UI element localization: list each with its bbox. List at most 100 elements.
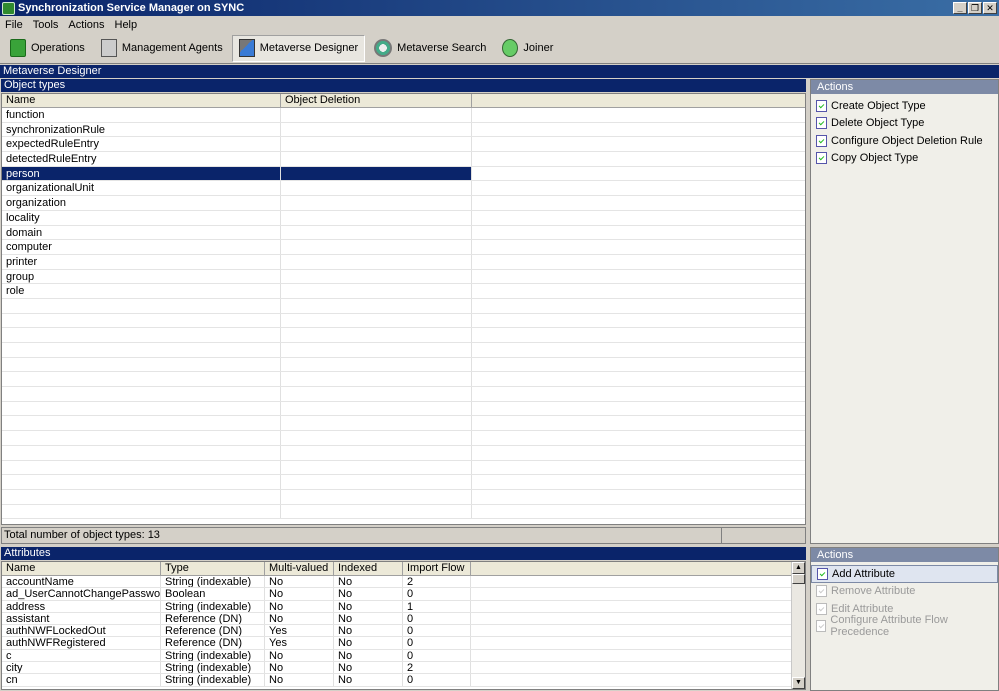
cell-empty (472, 123, 805, 137)
cell-multi-valued: Yes (265, 637, 334, 649)
metaverse-designer-button[interactable]: Metaverse Designer (231, 34, 366, 62)
empty-row (2, 343, 805, 358)
cell-empty (472, 358, 805, 372)
cell-name: c (2, 649, 161, 662)
empty-row (2, 460, 805, 476)
restore-button[interactable]: ❐ (968, 2, 982, 14)
table-row[interactable]: printer (2, 254, 805, 270)
cell-import-flow: 0 (403, 674, 471, 686)
management-agents-button[interactable]: Management Agents (94, 35, 230, 62)
menu-file[interactable]: File (0, 19, 28, 31)
empty-row (2, 357, 805, 373)
object-actions-panel: Actions Create Object Type Delete Object… (810, 79, 999, 544)
operations-button[interactable]: Operations (3, 35, 92, 62)
column-header-type[interactable]: Type (161, 562, 265, 575)
cell-empty (472, 226, 805, 240)
cell-object-deletion (281, 137, 472, 152)
column-header-name[interactable]: Name (2, 94, 281, 107)
scroll-thumb[interactable] (792, 574, 805, 584)
cell-empty (472, 167, 805, 181)
cell-object-deletion (281, 313, 472, 328)
table-row[interactable]: organization (2, 196, 805, 211)
menu-tools[interactable]: Tools (28, 19, 64, 31)
cell-object-deletion (281, 431, 472, 445)
table-row[interactable]: assistant Reference (DN) No No 0 (2, 612, 805, 626)
configure-object-deletion-rule-action[interactable]: Configure Object Deletion Rule (811, 132, 998, 150)
attributes-list: Name Type Multi-valued Indexed Import Fl… (1, 561, 806, 690)
table-row[interactable]: organizationalUnit (2, 181, 805, 197)
empty-row (2, 313, 805, 329)
close-button[interactable]: ✕ (983, 2, 997, 14)
cell-empty (472, 490, 805, 504)
cell-name (2, 387, 281, 401)
column-header-object-deletion[interactable]: Object Deletion (281, 94, 472, 107)
table-row[interactable]: detectedRuleEntry (2, 152, 805, 167)
scroll-up-icon[interactable]: ▲ (792, 562, 805, 574)
table-row[interactable]: authNWFRegistered Reference (DN) Yes No 0 (2, 637, 805, 650)
table-row[interactable]: group (2, 269, 805, 285)
minimize-button[interactable]: _ (953, 2, 967, 14)
table-row[interactable]: authNWFLockedOut Reference (DN) Yes No 0 (2, 625, 805, 638)
cell-object-deletion (281, 225, 472, 240)
table-row[interactable]: locality (2, 210, 805, 226)
column-header-multi-valued[interactable]: Multi-valued (265, 562, 334, 575)
column-header-indexed[interactable]: Indexed (334, 562, 403, 575)
delete-object-type-action[interactable]: Delete Object Type (811, 115, 998, 133)
table-row[interactable]: computer (2, 240, 805, 255)
table-row[interactable]: synchronizationRule (2, 122, 805, 138)
cell-indexed: No (334, 637, 403, 649)
cell-name (2, 298, 281, 313)
table-row[interactable]: domain (2, 225, 805, 241)
actions-header: Actions (811, 548, 998, 562)
object-types-list: Name Object Deletion function synchroniza… (1, 93, 806, 525)
remove-attribute-action[interactable]: Remove Attribute (811, 583, 998, 601)
copy-object-type-action[interactable]: Copy Object Type (811, 150, 998, 168)
cell-name: organizationalUnit (2, 181, 281, 196)
cell-object-deletion (281, 166, 472, 181)
cell-indexed: No (334, 625, 403, 637)
attributes-header: Attributes (1, 547, 806, 560)
table-row[interactable]: cn String (indexable) No No 0 (2, 674, 805, 687)
table-row[interactable]: address String (indexable) No No 1 (2, 600, 805, 613)
cell-name: city (2, 662, 161, 674)
table-row[interactable]: city String (indexable) No No 2 (2, 662, 805, 675)
table-row[interactable]: ad_UserCannotChangePassword Boolean No No 0 (2, 588, 805, 601)
cell-multi-valued: No (265, 576, 334, 588)
column-header-name[interactable]: Name (2, 562, 161, 575)
attribute-actions-panel: Actions Add Attribute Remove Attribute E… (810, 547, 999, 691)
table-row[interactable]: role (2, 284, 805, 299)
empty-row (2, 416, 805, 432)
cell-empty (472, 108, 805, 122)
table-row[interactable]: c String (indexable) No No 0 (2, 649, 805, 663)
table-row[interactable]: function (2, 108, 805, 123)
create-object-type-action[interactable]: Create Object Type (811, 97, 998, 115)
configure-attribute-flow-precedence-action[interactable]: Configure Attribute Flow Precedence (811, 614, 998, 638)
add-attribute-action[interactable]: Add Attribute (811, 565, 998, 583)
cell-import-flow: 0 (403, 637, 471, 649)
empty-row (2, 387, 805, 402)
cell-name (2, 431, 281, 445)
cell-name (2, 343, 281, 357)
joiner-button[interactable]: Joiner (495, 35, 560, 62)
column-header-import-flow[interactable]: Import Flow (403, 562, 471, 575)
cell-object-deletion (281, 196, 472, 210)
cell-object-deletion (281, 460, 472, 475)
column-header-empty (472, 94, 805, 107)
cell-type: Reference (DN) (161, 612, 265, 625)
cell-name: detectedRuleEntry (2, 152, 281, 166)
attributes-scrollbar[interactable]: ▲ ▼ (791, 562, 805, 689)
table-row[interactable]: person (2, 166, 805, 182)
menu-actions[interactable]: Actions (63, 19, 109, 31)
cell-name (2, 445, 281, 460)
cell-empty (472, 299, 805, 313)
cell-name: expectedRuleEntry (2, 137, 281, 152)
scroll-down-icon[interactable]: ▼ (792, 677, 805, 689)
cell-object-deletion (281, 240, 472, 254)
cell-import-flow: 0 (403, 625, 471, 637)
metaverse-search-button[interactable]: Metaverse Search (367, 35, 493, 62)
menu-help[interactable]: Help (110, 19, 143, 31)
section-title: Metaverse Designer (0, 65, 999, 78)
cell-object-deletion (281, 152, 472, 166)
table-row[interactable]: accountName String (indexable) No No 2 (2, 576, 805, 589)
table-row[interactable]: expectedRuleEntry (2, 137, 805, 153)
